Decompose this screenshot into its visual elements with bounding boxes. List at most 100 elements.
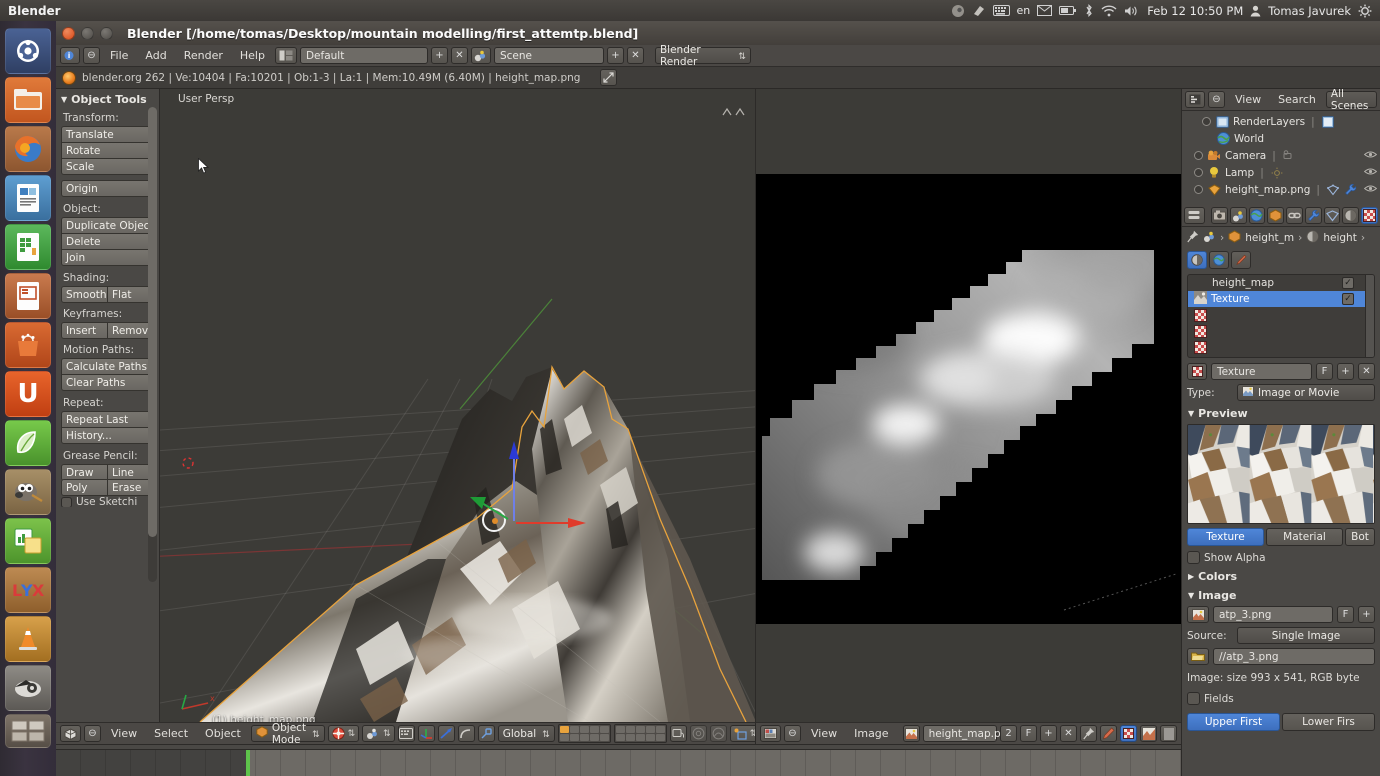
launcher-item-firefox[interactable] — [5, 126, 51, 172]
lock-camera-icon[interactable] — [669, 725, 687, 742]
pin-icon[interactable] — [1187, 230, 1199, 246]
launcher-item-inkscape[interactable] — [5, 420, 51, 466]
tool-remove-keyframe[interactable]: Remov — [107, 322, 154, 339]
viewport-3d[interactable]: User Persp x (1) height_map.png — [160, 89, 755, 722]
launcher-item-files[interactable] — [5, 77, 51, 123]
wifi-icon[interactable] — [1101, 4, 1117, 17]
outliner-editor-icon[interactable] — [1185, 91, 1205, 108]
texture-unlink-button[interactable]: ✕ — [1358, 363, 1375, 380]
properties-tab-material[interactable] — [1342, 207, 1360, 224]
bluetooth-icon[interactable] — [1084, 4, 1094, 17]
snap-dropdown[interactable] — [729, 725, 755, 742]
clock-label[interactable]: Feb 12 10:50 PM — [1147, 4, 1243, 18]
visibility-eye-icon[interactable] — [1363, 150, 1378, 162]
preview-tab-material[interactable]: Material — [1266, 528, 1343, 546]
texture-slot-4[interactable] — [1188, 339, 1374, 355]
properties-editor-icon[interactable] — [1184, 207, 1205, 224]
launcher-item-vlc[interactable] — [5, 616, 51, 662]
image-section-header[interactable]: ▼ Image — [1182, 585, 1380, 604]
manipulator-toggle[interactable] — [397, 725, 415, 742]
texture-slot-checkbox[interactable]: ✓ — [1342, 277, 1354, 289]
menu-add[interactable]: Add — [138, 47, 173, 65]
viewport-shading-dropdown[interactable] — [327, 725, 360, 742]
collapse-icon[interactable]: ⊖ — [83, 47, 100, 64]
image-add-button[interactable]: + — [1358, 606, 1375, 623]
alpha-channel-icon[interactable] — [1160, 725, 1177, 742]
renderlayer-data-icon[interactable] — [1321, 115, 1335, 129]
manipulator-axis-icon[interactable] — [477, 725, 495, 742]
expand-toggle-icon[interactable] — [1194, 151, 1203, 160]
interaction-mode-dropdown[interactable]: Object Mode — [250, 723, 325, 744]
viewport-menu-object[interactable]: Object — [198, 725, 248, 743]
collapse-icon[interactable]: ⊖ — [84, 725, 101, 742]
breadcrumb-item-object[interactable]: height_m — [1245, 232, 1294, 244]
tool-history[interactable]: History... — [61, 427, 154, 444]
object-tools-header[interactable]: ▼ Object Tools — [61, 93, 154, 106]
show-alpha-checkbox[interactable] — [1187, 551, 1200, 564]
battery-icon[interactable] — [1059, 5, 1077, 16]
color-channel-icon[interactable] — [1140, 725, 1157, 742]
manipulator-axes[interactable] — [460, 425, 590, 545]
menu-help[interactable]: Help — [233, 47, 272, 65]
texture-fake-user-button[interactable]: F — [1316, 363, 1333, 380]
launcher-item-libreoffice-writer[interactable] — [5, 175, 51, 221]
keyboard-layout-label[interactable]: en — [1017, 4, 1031, 17]
tool-scale[interactable]: Scale — [61, 158, 154, 175]
volume-icon[interactable] — [1124, 5, 1140, 17]
properties-tab-data[interactable] — [1323, 207, 1341, 224]
texture-datablock-icon[interactable] — [1187, 363, 1207, 380]
properties-tab-scene[interactable] — [1229, 207, 1247, 224]
keyboard-icon[interactable] — [992, 5, 1010, 16]
username-label[interactable]: Tomas Javurek — [1268, 4, 1351, 18]
texture-list-scrollbar[interactable] — [1365, 275, 1374, 357]
scale-manipulator-icon[interactable] — [457, 725, 475, 742]
image-add-button[interactable]: + — [1040, 725, 1057, 742]
outliner-row-height-map[interactable]: height_map.png | — [1194, 181, 1380, 198]
restore-icon[interactable] — [600, 69, 618, 86]
viewport-menu-view[interactable]: View — [104, 725, 144, 743]
tool-shade-flat[interactable]: Flat — [107, 286, 154, 303]
image-datablock-icon[interactable] — [902, 725, 920, 742]
scene-icon[interactable] — [470, 47, 491, 64]
add-screen-button[interactable]: + — [430, 47, 448, 64]
preview-tab-texture[interactable]: Texture — [1187, 528, 1264, 546]
tool-gp-poly[interactable]: Poly — [61, 479, 108, 496]
properties-tab-object[interactable] — [1267, 207, 1285, 224]
menu-file[interactable]: File — [103, 47, 135, 65]
launcher-item-libreoffice-calc[interactable] — [5, 224, 51, 270]
texture-context-world[interactable] — [1209, 251, 1229, 269]
modifier-wrench-icon[interactable] — [1344, 183, 1358, 197]
launcher-item-workspace-switcher[interactable] — [5, 714, 51, 748]
scrollbar-thumb[interactable] — [148, 107, 157, 537]
tool-gp-erase[interactable]: Erase — [107, 479, 154, 496]
info-editor-icon[interactable] — [60, 47, 80, 64]
camera-data-icon[interactable] — [1282, 149, 1296, 163]
pivot-point-dropdown[interactable] — [362, 725, 395, 742]
timeline-track-area[interactable] — [56, 750, 1181, 776]
ibus-icon[interactable] — [972, 4, 986, 18]
texture-type-dropdown[interactable]: Image or Movie — [1237, 384, 1375, 401]
image-editor-menu-image[interactable]: Image — [847, 725, 895, 743]
collapse-icon[interactable]: ⊖ — [784, 725, 801, 742]
outliner-menu-view[interactable]: View — [1228, 91, 1268, 109]
colors-section-header[interactable]: ▶ Colors — [1182, 566, 1380, 585]
scene-field[interactable]: Scene — [493, 47, 604, 64]
pin-icon[interactable] — [1080, 725, 1097, 742]
properties-tab-texture[interactable] — [1361, 207, 1379, 224]
menu-render[interactable]: Render — [177, 47, 230, 65]
expand-toggle-icon[interactable] — [1194, 168, 1203, 177]
delete-screen-button[interactable]: ✕ — [450, 47, 468, 64]
properties-tab-constraints[interactable] — [1286, 207, 1303, 224]
render-engine-dropdown[interactable]: Blender Render — [654, 44, 751, 68]
field-order-lower-first[interactable]: Lower Firs — [1282, 713, 1375, 731]
image-fake-user-button[interactable]: F — [1337, 606, 1354, 623]
transform-orientation-dropdown[interactable]: Global — [497, 725, 555, 742]
image-name-field[interactable]: atp_3.png — [1213, 606, 1333, 623]
field-order-upper-first[interactable]: Upper First — [1187, 713, 1280, 731]
properties-tab-world[interactable] — [1248, 207, 1266, 224]
launcher-item-software-center[interactable] — [5, 322, 51, 368]
uv-image-editor[interactable] — [755, 89, 1181, 722]
file-folder-icon[interactable] — [1187, 648, 1209, 665]
tool-rotate[interactable]: Rotate — [61, 142, 154, 159]
preview-tab-both[interactable]: Bot — [1345, 528, 1375, 546]
